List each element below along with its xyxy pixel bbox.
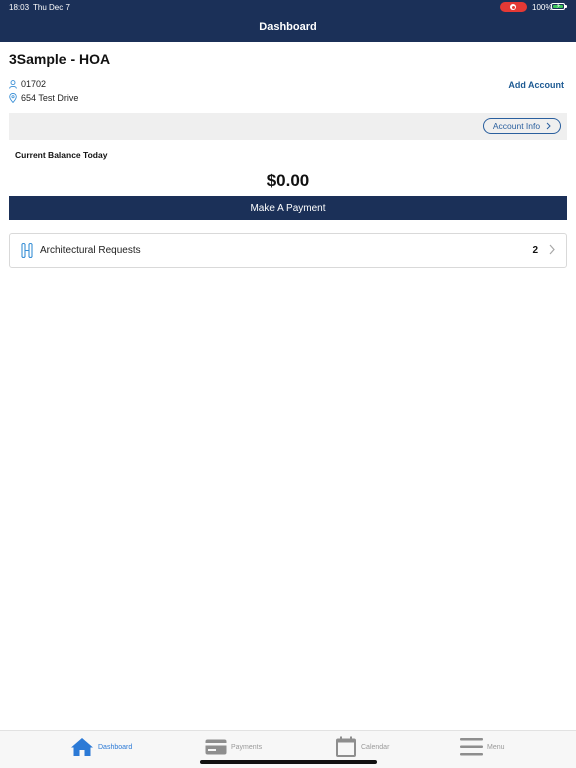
- tab-calendar-label: Calendar: [361, 743, 390, 751]
- architectural-requests-count: 2: [532, 245, 538, 256]
- battery-icon: ⚡: [551, 3, 565, 10]
- account-info-button[interactable]: Account Info: [483, 118, 561, 134]
- status-date: Thu Dec 7: [33, 3, 70, 12]
- tab-dashboard-label: Dashboard: [98, 743, 133, 751]
- add-account-link[interactable]: Add Account: [508, 80, 564, 90]
- architecture-icon: [21, 243, 33, 258]
- tab-payments[interactable]: Payments: [205, 735, 262, 759]
- home-indicator[interactable]: [200, 760, 377, 764]
- account-info-bar: Account Info: [9, 113, 567, 140]
- calendar-icon: [336, 736, 356, 757]
- account-number: 01702: [21, 79, 47, 89]
- account-address-row: 654 Test Drive: [9, 93, 78, 103]
- hamburger-menu-icon: [460, 738, 483, 756]
- make-payment-button[interactable]: Make A Payment: [9, 196, 567, 220]
- tab-payments-label: Payments: [231, 743, 263, 751]
- account-number-row: 01702: [9, 79, 46, 89]
- home-icon: [71, 738, 93, 756]
- architectural-requests-label: Architectural Requests: [40, 245, 141, 256]
- tab-menu[interactable]: Menu: [460, 735, 505, 759]
- balance-amount: $0.00: [266, 171, 310, 190]
- chevron-right-icon: [546, 122, 551, 130]
- app-header: 18:03 Thu Dec 7 100% ⚡ Dashboard: [0, 0, 576, 42]
- user-icon: [9, 79, 17, 89]
- credit-card-icon: [205, 739, 227, 755]
- chevron-right-icon: [549, 244, 555, 255]
- account-info-label: Account Info: [492, 121, 541, 131]
- screen-recording-icon[interactable]: [500, 2, 527, 12]
- location-pin-icon: [9, 93, 17, 103]
- tab-menu-label: Menu: [487, 743, 505, 751]
- status-time: 18:03: [9, 3, 30, 12]
- tab-dashboard[interactable]: Dashboard: [70, 735, 132, 759]
- battery-percentage: 100%: [532, 3, 553, 12]
- status-bar: 18:03 Thu Dec 7 100% ⚡: [0, 0, 576, 14]
- account-address: 654 Test Drive: [21, 93, 79, 103]
- page-title: Dashboard: [259, 21, 317, 33]
- battery-cap: [565, 5, 567, 8]
- balance-label: Current Balance Today: [15, 150, 108, 160]
- account-name: 3Sample - HOA: [9, 51, 111, 67]
- architectural-requests-card[interactable]: Architectural Requests 2: [9, 233, 567, 268]
- tab-calendar[interactable]: Calendar: [335, 735, 389, 759]
